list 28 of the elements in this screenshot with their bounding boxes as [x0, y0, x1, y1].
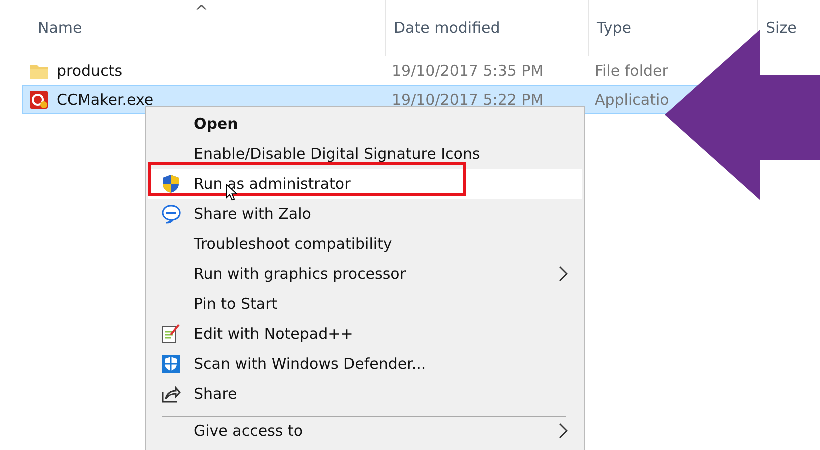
- menu-item[interactable]: Share: [148, 379, 582, 409]
- menu-item[interactable]: Troubleshoot compatibility: [148, 229, 582, 259]
- file-name: products: [57, 62, 124, 80]
- shield-icon: [161, 174, 181, 194]
- file-date: 19/10/2017 5:22 PM: [392, 90, 545, 108]
- share-icon: [161, 384, 181, 404]
- defender-icon: [161, 354, 181, 374]
- file-date: 19/10/2017 5:35 PM: [392, 62, 545, 80]
- menu-item[interactable]: Edit with Notepad++: [148, 319, 582, 349]
- file-row[interactable]: products 19/10/2017 5:35 PM File folder: [22, 56, 702, 85]
- file-type: Applicatio: [595, 90, 670, 108]
- menu-item[interactable]: Pin to Start: [148, 289, 582, 319]
- column-header[interactable]: Name: [38, 19, 82, 37]
- menu-item[interactable]: Run with graphics processor: [148, 259, 582, 289]
- app-icon: [29, 90, 49, 110]
- column-header[interactable]: Type: [597, 19, 632, 37]
- notepad-icon: [161, 324, 181, 344]
- column-header[interactable]: Date modified: [394, 19, 500, 37]
- chevron-icon: [558, 266, 568, 282]
- file-type: File folder: [595, 62, 668, 80]
- chat-bubble-icon: [161, 204, 181, 224]
- menu-item[interactable]: Share with Zalo: [148, 199, 582, 229]
- column-header[interactable]: Size: [766, 19, 797, 37]
- sort-caret[interactable]: ^: [195, 2, 208, 21]
- file-name: CCMaker.exe: [57, 90, 155, 108]
- menu-item[interactable]: Scan with Windows Defender...: [148, 349, 582, 379]
- chevron-icon: [558, 423, 568, 439]
- menu-item[interactable]: Enable/Disable Digital Signature Icons: [148, 139, 582, 169]
